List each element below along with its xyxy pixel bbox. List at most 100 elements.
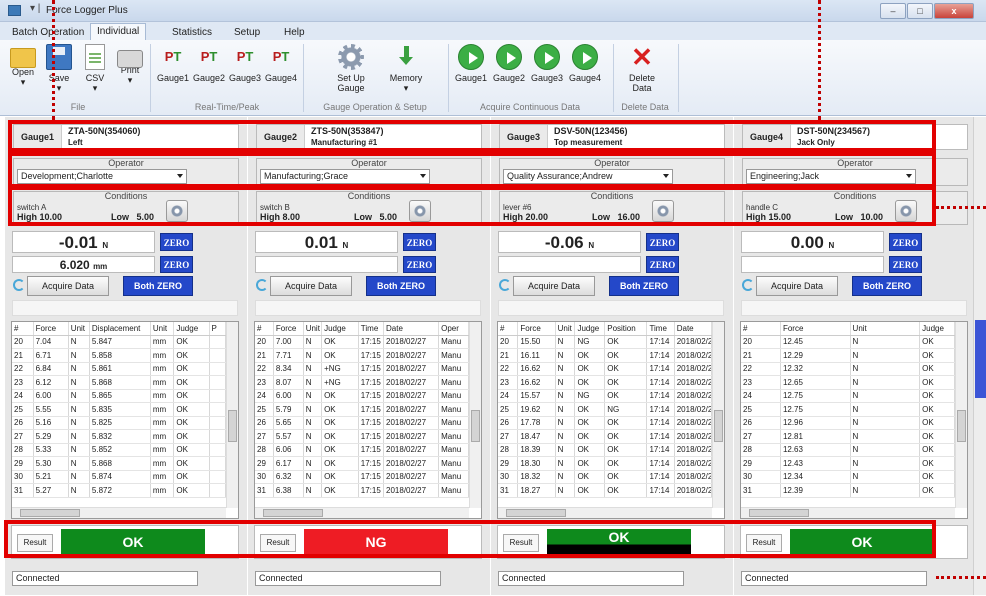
- column-header[interactable]: #: [741, 322, 781, 336]
- data-table[interactable]: # Force Unit Displacement Unit Judge P 20 7.04 N 5…: [11, 321, 239, 519]
- table-row[interactable]: 26 5.65 N OK 17:15 2018/02/27 Manu: [255, 416, 469, 430]
- column-header[interactable]: Unit: [850, 322, 921, 336]
- column-header[interactable]: Oper: [438, 322, 469, 336]
- table-row[interactable]: 29 18.30 N OK OK 17:14 2018/02/2: [498, 456, 713, 471]
- table-row[interactable]: 21 16.11 N OK OK 17:14 2018/02/2: [498, 348, 713, 363]
- table-row[interactable]: 31 12.39 N OK: [741, 483, 955, 498]
- data-table[interactable]: # Force Unit Judge Position Time Date 20 15.50 N N…: [497, 321, 725, 519]
- column-header[interactable]: Unit: [303, 322, 323, 336]
- table-row[interactable]: 29 12.43 N OK: [741, 456, 955, 471]
- zero-force-button[interactable]: ZERO: [889, 233, 922, 251]
- column-header[interactable]: Judge: [321, 322, 359, 336]
- table-row[interactable]: 24 12.75 N OK: [741, 389, 955, 403]
- zero-force-button[interactable]: ZERO: [160, 233, 193, 251]
- table-row[interactable]: 22 16.62 N OK OK 17:14 2018/02/2: [498, 362, 713, 376]
- column-header[interactable]: Time: [358, 322, 385, 336]
- table-row[interactable]: 20 12.45 N OK: [741, 335, 955, 349]
- table-row[interactable]: 25 12.75 N OK: [741, 402, 955, 417]
- table-row[interactable]: 24 6.00 N OK 17:15 2018/02/27 Manu: [255, 389, 469, 403]
- column-header[interactable]: #: [12, 322, 34, 336]
- table-row[interactable]: 24 6.00 N 5.865 mm OK: [12, 389, 227, 403]
- data-table[interactable]: # Force Unit Judge 20 12.45 N OK 21 12.29 N OK 22 12.…: [740, 321, 968, 519]
- table-row[interactable]: 21 7.71 N OK 17:15 2018/02/27 Manu: [255, 348, 469, 363]
- column-header[interactable]: P: [209, 322, 227, 336]
- table-row[interactable]: 27 12.81 N OK: [741, 429, 955, 444]
- table-row[interactable]: 27 5.29 N 5.832 mm OK: [12, 429, 227, 444]
- table-row[interactable]: 31 6.38 N OK 17:15 2018/02/27 Manu: [255, 483, 469, 498]
- acquire-data-button[interactable]: Acquire Data: [270, 276, 352, 296]
- tab-statistics[interactable]: Statistics: [166, 25, 218, 40]
- vertical-scrollbar[interactable]: [226, 322, 238, 508]
- print-button[interactable]: Print ▾: [114, 44, 146, 86]
- table-row[interactable]: 23 12.65 N OK: [741, 375, 955, 390]
- column-header[interactable]: Force: [517, 322, 556, 336]
- column-header[interactable]: Judge: [919, 322, 955, 336]
- zero-displacement-button[interactable]: ZERO: [403, 256, 436, 273]
- setup-gauge-button[interactable]: Set Up Gauge: [328, 44, 374, 93]
- table-row[interactable]: 30 12.34 N OK: [741, 470, 955, 484]
- acquire-data-button[interactable]: Acquire Data: [756, 276, 838, 296]
- column-header[interactable]: Force: [33, 322, 69, 336]
- side-panel-tab[interactable]: [975, 320, 986, 398]
- table-row[interactable]: 28 6.06 N OK 17:15 2018/02/27 Manu: [255, 443, 469, 457]
- delete-data-button[interactable]: ✕ Delete Data: [618, 44, 666, 93]
- column-header[interactable]: #: [498, 322, 519, 336]
- tab-setup[interactable]: Setup: [228, 25, 266, 40]
- table-row[interactable]: 23 6.12 N 5.868 mm OK: [12, 375, 227, 390]
- realtime-gauge1-button[interactable]: PT Gauge1: [156, 44, 190, 83]
- table-row[interactable]: 25 5.55 N 5.835 mm OK: [12, 402, 227, 417]
- minimize-button[interactable]: –: [880, 3, 906, 19]
- table-row[interactable]: 23 16.62 N OK OK 17:14 2018/02/2: [498, 375, 713, 390]
- column-header[interactable]: Unit: [555, 322, 576, 336]
- realtime-gauge4-button[interactable]: PT Gauge4: [264, 44, 298, 83]
- tab-individual[interactable]: Individual: [90, 23, 147, 40]
- table-row[interactable]: 24 15.57 N NG OK 17:14 2018/02/2: [498, 389, 713, 403]
- acquire-gauge4-button[interactable]: Gauge4: [568, 44, 602, 83]
- vertical-scrollbar[interactable]: [712, 322, 724, 508]
- table-row[interactable]: 30 6.32 N OK 17:15 2018/02/27 Manu: [255, 470, 469, 484]
- table-row[interactable]: 20 7.00 N OK 17:15 2018/02/27 Manu: [255, 335, 469, 349]
- table-row[interactable]: 30 5.21 N 5.874 mm OK: [12, 470, 227, 484]
- horizontal-scrollbar[interactable]: [12, 507, 226, 518]
- both-zero-button[interactable]: Both ZERO: [366, 276, 436, 296]
- table-row[interactable]: 21 12.29 N OK: [741, 348, 955, 363]
- column-header[interactable]: Force: [273, 322, 304, 336]
- realtime-gauge3-button[interactable]: PT Gauge3: [228, 44, 262, 83]
- column-header[interactable]: Date: [674, 322, 713, 336]
- table-row[interactable]: 25 19.62 N OK NG 17:14 2018/02/2: [498, 402, 713, 417]
- table-row[interactable]: 27 18.47 N OK OK 17:14 2018/02/2: [498, 429, 713, 444]
- table-row[interactable]: 28 18.39 N OK OK 17:14 2018/02/2: [498, 443, 713, 457]
- table-row[interactable]: 26 12.96 N OK: [741, 416, 955, 430]
- vertical-scrollbar[interactable]: [469, 322, 481, 508]
- zero-force-button[interactable]: ZERO: [403, 233, 436, 251]
- table-row[interactable]: 22 12.32 N OK: [741, 362, 955, 376]
- table-row[interactable]: 31 18.27 N OK OK 17:14 2018/02/2: [498, 483, 713, 498]
- column-header[interactable]: Time: [646, 322, 675, 336]
- table-row[interactable]: 29 6.17 N OK 17:15 2018/02/27 Manu: [255, 456, 469, 471]
- table-row[interactable]: 26 5.16 N 5.825 mm OK: [12, 416, 227, 430]
- horizontal-scrollbar[interactable]: [741, 507, 955, 518]
- realtime-gauge2-button[interactable]: PT Gauge2: [192, 44, 226, 83]
- vertical-scrollbar[interactable]: [955, 322, 967, 508]
- table-row[interactable]: 28 12.63 N OK: [741, 443, 955, 457]
- tab-help[interactable]: Help: [278, 25, 311, 40]
- acquire-data-button[interactable]: Acquire Data: [513, 276, 595, 296]
- zero-displacement-button[interactable]: ZERO: [160, 256, 193, 273]
- table-row[interactable]: 29 5.30 N 5.868 mm OK: [12, 456, 227, 471]
- table-row[interactable]: 21 6.71 N 5.858 mm OK: [12, 348, 227, 363]
- column-header[interactable]: Displacement: [89, 322, 151, 336]
- data-table[interactable]: # Force Unit Judge Time Date Oper 20 7.00 N OK 17:1…: [254, 321, 482, 519]
- acquire-gauge2-button[interactable]: Gauge2: [492, 44, 526, 83]
- table-row[interactable]: 22 8.34 N +NG 17:15 2018/02/27 Manu: [255, 362, 469, 376]
- column-header[interactable]: Unit: [150, 322, 175, 336]
- table-row[interactable]: 23 8.07 N +NG 17:15 2018/02/27 Manu: [255, 375, 469, 390]
- column-header[interactable]: Date: [383, 322, 440, 336]
- table-row[interactable]: 20 15.50 N NG OK 17:14 2018/02/2: [498, 335, 713, 349]
- table-row[interactable]: 27 5.57 N OK 17:15 2018/02/27 Manu: [255, 429, 469, 444]
- quick-access-toolbar[interactable]: ▾ |: [30, 3, 40, 14]
- horizontal-scrollbar[interactable]: [255, 507, 469, 518]
- both-zero-button[interactable]: Both ZERO: [852, 276, 922, 296]
- table-row[interactable]: 31 5.27 N 5.872 mm OK: [12, 483, 227, 498]
- column-header[interactable]: Force: [780, 322, 851, 336]
- column-header[interactable]: #: [255, 322, 274, 336]
